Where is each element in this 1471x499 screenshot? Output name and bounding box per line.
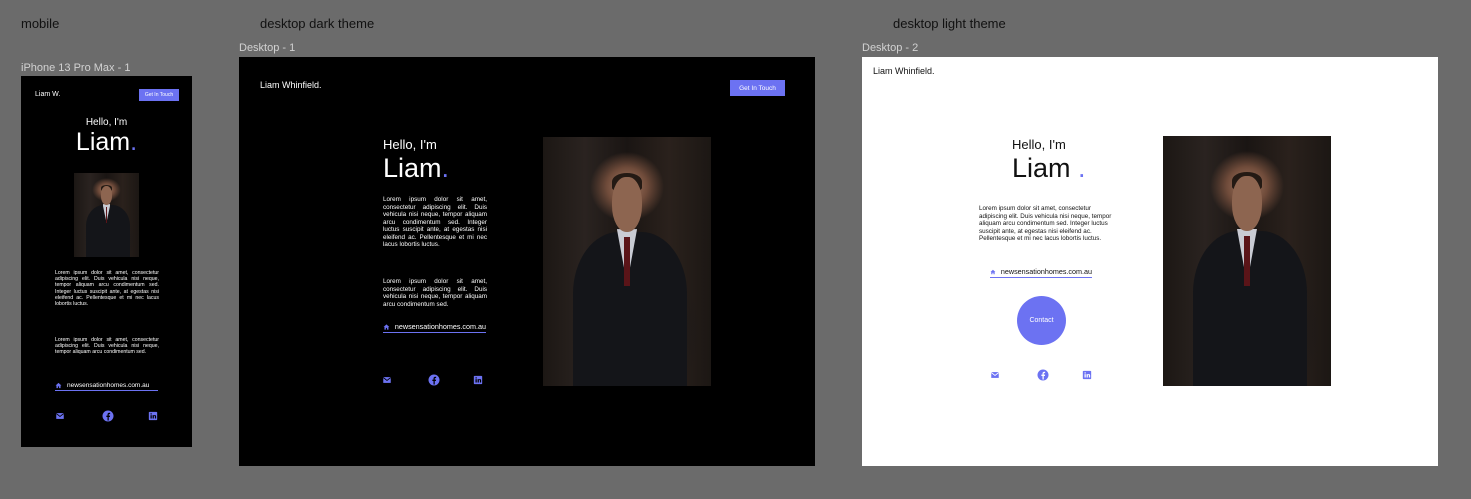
portrait-photo	[74, 173, 139, 257]
get-in-touch-button[interactable]: Get In Touch	[730, 80, 785, 96]
bio-paragraph-1: Lorem ipsum dolor sit amet, consectetur …	[383, 196, 487, 249]
desktop-light-frame: Liam Whinfield. Hello, I'm Liam . Lorem …	[862, 57, 1438, 466]
name-heading: Liam.	[21, 128, 192, 157]
bio-paragraph-1: Lorem ipsum dolor sit amet, consectetur …	[979, 205, 1112, 243]
brand-logo[interactable]: Liam Whinfield.	[260, 80, 322, 90]
facebook-icon[interactable]	[102, 410, 114, 422]
name-text: Liam	[383, 153, 442, 183]
home-icon	[383, 323, 390, 330]
name-heading: Liam .	[1012, 153, 1086, 184]
bio-paragraph-1: Lorem ipsum dolor sit amet, consectetur …	[55, 270, 159, 308]
website-link-text: newsensationhomes.com.au	[394, 322, 486, 331]
website-link[interactable]: newsensationhomes.com.au	[383, 322, 486, 333]
name-text: Liam	[75, 128, 131, 156]
frame-label-desktop-2[interactable]: Desktop - 2	[862, 42, 918, 54]
facebook-icon[interactable]	[1037, 369, 1049, 381]
frame-label-desktop-1[interactable]: Desktop - 1	[239, 42, 295, 54]
hello-heading: Hello, I'm	[1012, 137, 1066, 152]
mail-icon[interactable]	[382, 375, 392, 385]
hello-heading: Hello, I'm	[85, 117, 128, 128]
home-icon	[55, 382, 62, 389]
name-text: Liam	[1012, 153, 1071, 183]
brand-logo[interactable]: Liam Whinfield.	[873, 66, 935, 76]
website-link-text: newsensationhomes.com.au	[1000, 267, 1092, 276]
accent-dot: .	[1078, 153, 1086, 183]
frame-label-iphone[interactable]: iPhone 13 Pro Max - 1	[21, 62, 130, 74]
linkedin-icon[interactable]	[473, 375, 483, 385]
mail-icon[interactable]	[990, 370, 1000, 380]
get-in-touch-button[interactable]: Get In Touch	[139, 89, 179, 101]
mail-icon[interactable]	[55, 411, 65, 421]
portrait-photo	[543, 137, 711, 386]
label-mobile: mobile	[21, 16, 60, 31]
contact-button[interactable]: Contact	[1017, 296, 1066, 345]
website-link-text: newsensationhomes.com.au	[67, 382, 150, 389]
accent-dot: .	[130, 128, 138, 156]
mobile-frame: Liam W. Get In Touch Hello, I'm Liam. Lo…	[21, 76, 192, 447]
bio-paragraph-2: Lorem ipsum dolor sit amet, consectetur …	[55, 337, 159, 356]
bio-paragraph-2: Lorem ipsum dolor sit amet, consectetur …	[383, 278, 487, 308]
label-desktop-light: desktop light theme	[893, 16, 1006, 31]
accent-dot: .	[441, 153, 450, 183]
label-desktop-dark: desktop dark theme	[260, 16, 375, 31]
linkedin-icon[interactable]	[1082, 370, 1092, 380]
portrait-photo	[1163, 136, 1331, 386]
desktop-dark-frame: Liam Whinfield. Get In Touch Hello, I'm …	[239, 57, 815, 466]
website-link[interactable]: newsensationhomes.com.au	[55, 382, 158, 391]
name-heading: Liam.	[383, 153, 449, 184]
facebook-icon[interactable]	[428, 374, 440, 386]
linkedin-icon[interactable]	[148, 411, 158, 421]
hello-heading: Hello, I'm	[383, 137, 437, 152]
home-icon	[990, 269, 996, 274]
brand-logo[interactable]: Liam W.	[35, 91, 60, 98]
website-link[interactable]: newsensationhomes.com.au	[990, 267, 1092, 278]
